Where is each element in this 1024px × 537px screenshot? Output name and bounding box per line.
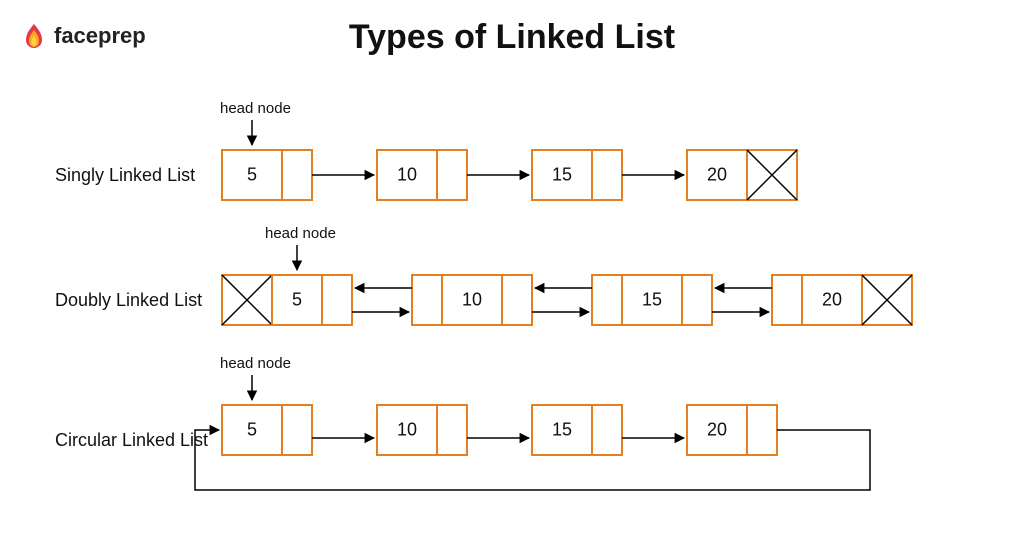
circular-val-1: 5	[247, 420, 257, 441]
circular-val-4: 20	[707, 420, 727, 441]
doubly-val-4: 20	[822, 290, 842, 311]
circular-node-2	[377, 405, 467, 455]
doubly-val-3: 15	[642, 290, 662, 311]
singly-val-4: 20	[707, 165, 727, 186]
circular-head-label: head node	[220, 355, 291, 372]
singly-head-label: head node	[220, 100, 291, 117]
singly-val-3: 15	[552, 165, 572, 186]
doubly-label: Doubly Linked List	[55, 290, 202, 311]
circular-node-1	[222, 405, 312, 455]
singly-val-1: 5	[247, 165, 257, 186]
linked-list-diagram	[0, 0, 1024, 537]
circular-val-3: 15	[552, 420, 572, 441]
doubly-node-1	[222, 275, 352, 325]
singly-val-2: 10	[397, 165, 417, 186]
singly-node-3	[532, 150, 622, 200]
doubly-val-2: 10	[462, 290, 482, 311]
circular-node-3	[532, 405, 622, 455]
singly-node-4	[687, 150, 797, 200]
singly-node-2	[377, 150, 467, 200]
singly-label: Singly Linked List	[55, 165, 195, 186]
doubly-val-1: 5	[292, 290, 302, 311]
circular-val-2: 10	[397, 420, 417, 441]
circular-node-4	[687, 405, 777, 455]
doubly-head-label: head node	[265, 225, 336, 242]
circular-label: Circular Linked List	[55, 430, 208, 451]
singly-node-1	[222, 150, 312, 200]
